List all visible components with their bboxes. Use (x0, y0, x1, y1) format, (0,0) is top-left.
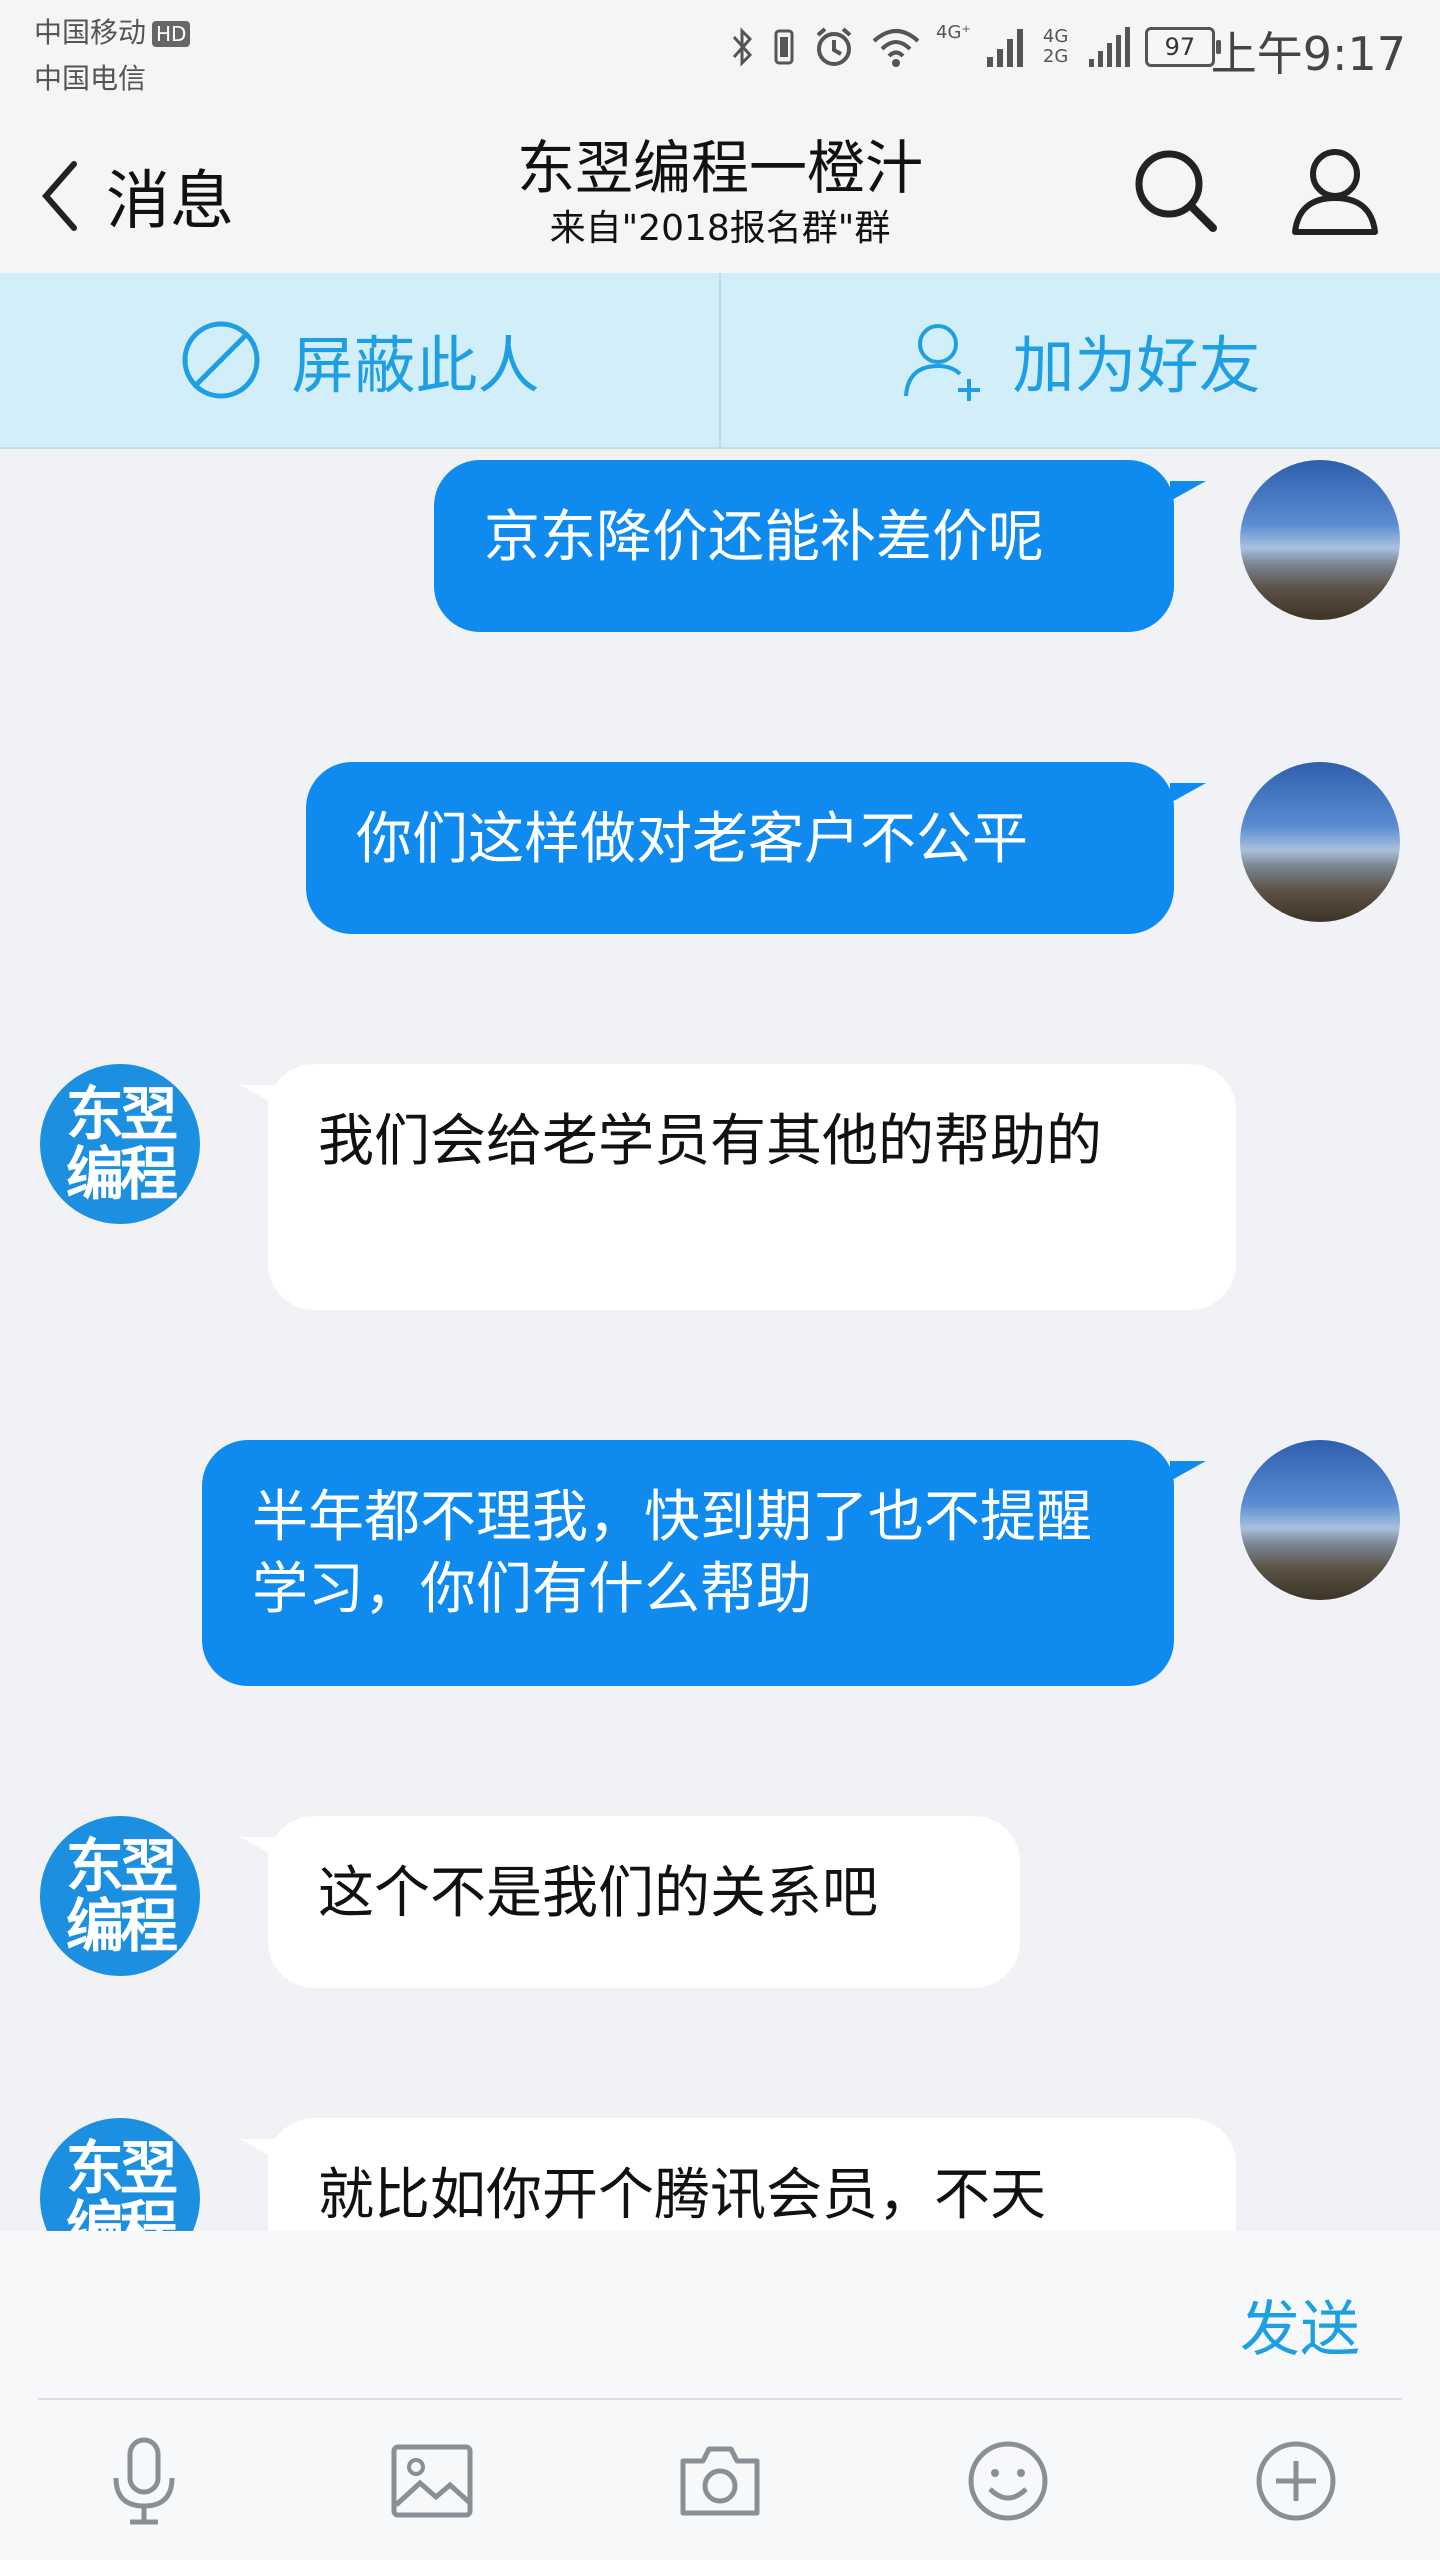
message-bubble-incoming[interactable]: 这个不是我们的关系吧 (268, 1816, 1020, 1988)
block-user-label: 屏蔽此人 (291, 329, 540, 402)
avatar-text-line1: 东翌 (65, 2134, 178, 2202)
carrier-1: 中国移动 (34, 16, 147, 49)
page-subtitle: 来自"2018报名群"群 (549, 208, 891, 249)
message-bubble-outgoing[interactable]: 半年都不理我，快到期了也不提醒学习，你们有什么帮助 (202, 1440, 1174, 1686)
avatar-text-line2: 编程 (65, 1140, 178, 1208)
back-button[interactable]: 消息 (40, 150, 234, 242)
microphone-icon (113, 2437, 175, 2525)
alarm-icon (816, 27, 852, 66)
emoji-button[interactable] (963, 2436, 1053, 2526)
add-friend-icon (904, 324, 981, 401)
composer-toolbar (0, 2421, 1440, 2541)
chat-header: 消息 东翌编程一橙汁 来自"2018报名群"群 (0, 110, 1440, 273)
system-icons: 4G⁺ 4G 2G 97 (730, 22, 1221, 72)
bubble-tail (1170, 1461, 1206, 1481)
message-bubble-incoming[interactable]: 我们会给老学员有其他的帮助的 (268, 1064, 1236, 1310)
battery-icon: 97 (1144, 27, 1221, 67)
plus-icon (1256, 2441, 1336, 2521)
block-user-button[interactable]: 屏蔽此人 (0, 273, 719, 447)
message-bubble-outgoing[interactable]: 京东降价还能补差价呢 (434, 460, 1174, 632)
send-button[interactable]: 发送 (1240, 2281, 1360, 2368)
avatar-text-line2: 编程 (65, 2194, 178, 2231)
composer-divider (38, 2398, 1402, 2400)
message-list[interactable]: 京东降价还能补差价呢 你们这样做对老客户不公平 东翌 编程 我们会给老学员有其他… (0, 449, 1440, 2231)
bubble-tail (1170, 783, 1206, 803)
add-friend-label: 加为好友 (1012, 329, 1261, 402)
my-avatar[interactable] (1240, 1440, 1400, 1600)
camera-button[interactable] (675, 2436, 765, 2526)
contact-avatar[interactable]: 东翌 编程 (40, 1064, 200, 1224)
vibrate-icon (774, 29, 794, 65)
hd-badge: HD (152, 21, 191, 47)
image-icon (391, 2444, 473, 2518)
message-text: 你们这样做对老客户不公平 (356, 807, 1028, 872)
avatar-text-line1: 东翌 (65, 1080, 178, 1148)
back-label: 消息 (106, 165, 234, 239)
network-label-2: 4G 2G (1042, 26, 1069, 67)
contact-avatar[interactable]: 东翌 编程 (40, 2118, 200, 2231)
contact-avatar[interactable]: 东翌 编程 (40, 1816, 200, 1976)
add-friend-button[interactable]: 加为好友 (719, 273, 1440, 447)
stranger-action-bar: 屏蔽此人 加为好友 (0, 273, 1440, 449)
avatar-text-line1: 东翌 (65, 1832, 178, 1900)
message-text: 半年都不理我，快到期了也不提醒学习，你们有什么帮助 (252, 1485, 1092, 1622)
image-button[interactable] (387, 2436, 477, 2526)
carrier-2: 中国电信 (34, 62, 147, 95)
message-text: 京东降价还能补差价呢 (484, 505, 1044, 570)
message-input[interactable] (38, 2251, 1188, 2381)
page-title: 东翌编程一橙汁 (516, 134, 923, 202)
carrier-info: 中国移动 HD 中国电信 (34, 10, 191, 102)
status-bar: 中国移动 HD 中国电信 4G⁺ 4G 2G 97 上午9:17 (0, 0, 1440, 110)
more-button[interactable] (1251, 2436, 1341, 2526)
message-text: 我们会给老学员有其他的帮助的 (318, 1109, 1102, 1174)
avatar-text-line2: 编程 (65, 1892, 178, 1960)
microphone-button[interactable] (99, 2436, 189, 2526)
search-icon[interactable] (1125, 140, 1225, 240)
message-text: 就比如你开个腾讯会员，不天 (318, 2163, 1046, 2228)
signal-icon-2 (1088, 27, 1130, 67)
profile-icon[interactable] (1285, 140, 1385, 240)
camera-icon (680, 2446, 760, 2516)
composer: 发送 (0, 2231, 1440, 2560)
message-bubble-incoming[interactable]: 就比如你开个腾讯会员，不天 (268, 2118, 1236, 2231)
clock: 上午9:17 (1210, 27, 1406, 81)
network-label-1: 4G⁺ (936, 22, 971, 43)
block-icon (182, 321, 260, 399)
title-block: 东翌编程一橙汁 来自"2018报名群"群 (360, 130, 1080, 252)
my-avatar[interactable] (1240, 460, 1400, 620)
message-bubble-outgoing[interactable]: 你们这样做对老客户不公平 (306, 762, 1174, 934)
signal-icon (986, 29, 1023, 67)
my-avatar[interactable] (1240, 762, 1400, 922)
bubble-tail (1170, 481, 1206, 501)
bluetooth-icon (732, 27, 753, 67)
emoji-icon (968, 2441, 1048, 2521)
chevron-left-icon (42, 161, 77, 231)
message-text: 这个不是我们的关系吧 (318, 1861, 878, 1926)
wifi-icon (872, 29, 920, 67)
